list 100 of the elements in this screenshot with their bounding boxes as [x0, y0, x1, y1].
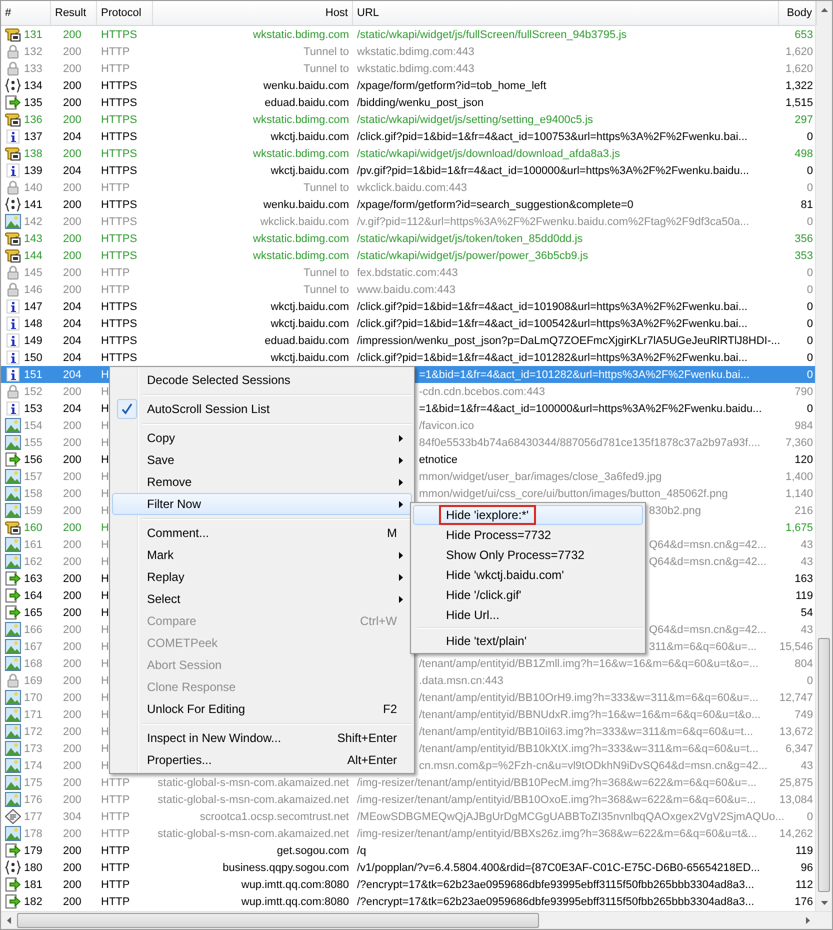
- table-cell: H: [101, 572, 109, 584]
- table-cell: 200: [63, 658, 82, 670]
- table-cell: 138: [24, 148, 42, 160]
- table-cell: 164: [24, 590, 42, 602]
- table-cell: 0: [806, 164, 813, 176]
- table-cell: H: [101, 760, 109, 772]
- table-cell: wkstatic.bdimg.com: [253, 232, 349, 244]
- table-cell: HTTP: [101, 878, 130, 890]
- table-cell: Q64&d=msn.cn&g=42...: [649, 624, 766, 636]
- table-cell: H: [101, 368, 109, 380]
- table-cell: 132: [24, 46, 42, 58]
- table-cell: wkstatic.bdimg.com: [253, 148, 349, 160]
- table-cell: HTTPS: [101, 96, 138, 108]
- table-cell: wkctj.baidu.com: [270, 318, 349, 330]
- shortcut-label: F2: [382, 702, 398, 716]
- table-cell: HTTP: [101, 844, 130, 856]
- table-cell: 1,620: [785, 62, 813, 74]
- table-cell: H: [101, 708, 109, 720]
- table-cell: 148: [24, 318, 42, 330]
- table-cell: HTTPS: [101, 232, 138, 244]
- table-cell: 172: [24, 726, 42, 738]
- table-cell: 0: [806, 300, 813, 312]
- table-cell: 159: [24, 504, 42, 516]
- table-cell: /img-resizer/tenant/amp/entityid/BB10OxoE.img?h=368&w=622&m=6&q=60&u=...: [357, 794, 756, 806]
- table-cell: 0: [806, 216, 813, 228]
- table-cell: 157: [24, 470, 42, 482]
- table-cell: wkstatic.bdimg.com: [253, 250, 349, 262]
- table-cell: 178: [24, 828, 42, 840]
- table-cell: 200: [63, 896, 82, 908]
- table-cell: H: [101, 692, 109, 704]
- table-cell: 200: [63, 80, 82, 92]
- table-cell: 43: [800, 538, 813, 550]
- table-cell: HTTP: [101, 46, 130, 58]
- table-cell: 0: [806, 284, 813, 296]
- table-cell: H: [101, 556, 109, 568]
- table-cell: /click.gif?pid=1&bid=1&fr=4&act_id=100542&url=https%3A%2F%2Fwenku.bai...: [357, 318, 748, 330]
- table-cell: Tunnel to: [304, 266, 349, 278]
- table-cell: 200: [63, 386, 82, 398]
- table-cell: HTTPS: [101, 300, 138, 312]
- table-cell: 200: [63, 590, 82, 602]
- table-cell: 790: [794, 386, 813, 398]
- table-cell: 169: [24, 674, 42, 686]
- table-cell: 133: [24, 62, 42, 74]
- table-cell: 165: [24, 606, 42, 618]
- table-cell: /?encrypt=17&tk=62b23ae0959686dbfe93995ebff3115f50fbb265bbb3304ad8a3...: [357, 896, 754, 908]
- shortcut-label: Shift+Enter: [337, 731, 398, 745]
- table-cell: eduad.baidu.com: [264, 334, 349, 346]
- table-cell: 168: [24, 658, 42, 670]
- table-cell: 1,515: [785, 96, 813, 108]
- table-cell: 0: [806, 810, 813, 822]
- table-cell: H: [101, 606, 109, 618]
- table-cell: wkctj.baidu.com: [270, 164, 349, 176]
- table-cell: 200: [63, 844, 82, 856]
- table-cell: 120: [794, 454, 813, 466]
- table-cell: 200: [63, 862, 82, 874]
- table-cell: fex.bdstatic.com:443: [357, 266, 458, 278]
- table-cell: /pv.gif?pid=1&bid=1&fr=4&act_id=100000&url=https%3A%2F%2Fwenku.baidu...: [357, 164, 750, 176]
- table-cell: 200: [63, 606, 82, 618]
- table-cell: wenku.baidu.com: [263, 198, 349, 210]
- table-cell: 0: [806, 318, 813, 330]
- table-cell: /favicon.ico: [419, 420, 474, 432]
- table-cell: 136: [24, 114, 42, 126]
- table-cell: 96: [800, 862, 813, 874]
- table-cell: H: [101, 538, 109, 550]
- table-cell: 141: [24, 198, 42, 210]
- table-cell: 200: [63, 62, 82, 74]
- table-cell: HTTPS: [101, 130, 138, 142]
- table-cell: /bidding/wenku_post_json: [357, 96, 484, 108]
- table-cell: 200: [63, 488, 82, 500]
- table-cell: 200: [63, 284, 82, 296]
- table-cell: HTTP: [101, 794, 130, 806]
- table-cell: wkstatic.bdimg.com: [253, 28, 349, 40]
- table-cell: mmon/widget/user_bar/images/close_3a6fed9.jpg: [419, 470, 662, 482]
- table-cell: H: [101, 436, 109, 448]
- table-cell: 112: [795, 878, 813, 890]
- table-cell: etnotice: [419, 454, 458, 466]
- table-cell: 131: [24, 28, 42, 40]
- table-cell: 1,675: [785, 522, 813, 534]
- table-cell: 152: [24, 386, 42, 398]
- table-cell: 143: [24, 232, 42, 244]
- table-cell: 204: [63, 334, 82, 346]
- table-cell: 204: [63, 164, 82, 176]
- table-cell: wkctj.baidu.com: [270, 130, 349, 142]
- table-cell: 200: [63, 640, 82, 652]
- table-cell: 498: [794, 148, 813, 160]
- table-cell: /static/wkapi/widget/js/setting/setting_e9400c5.js: [357, 114, 594, 126]
- table-cell: /tenant/amp/entityid/BB10OrH9.img?h=333&w=311&m=6&q=60&u=...: [419, 692, 758, 704]
- table-cell: www.baidu.com:443: [357, 284, 456, 296]
- table-cell: 200: [63, 454, 82, 466]
- table-cell: 1,322: [785, 80, 813, 92]
- table-cell: 176: [24, 794, 42, 806]
- table-cell: 176: [794, 896, 813, 908]
- table-cell: 200: [63, 828, 82, 840]
- table-cell: 200: [63, 760, 82, 772]
- table-cell: 200: [63, 114, 82, 126]
- table-cell: H: [101, 624, 109, 636]
- table-cell: 200: [63, 556, 82, 568]
- table-cell: 0: [806, 352, 813, 364]
- table-cell: 160: [24, 522, 42, 534]
- table-cell: wup.imtt.qq.com:8080: [241, 878, 349, 890]
